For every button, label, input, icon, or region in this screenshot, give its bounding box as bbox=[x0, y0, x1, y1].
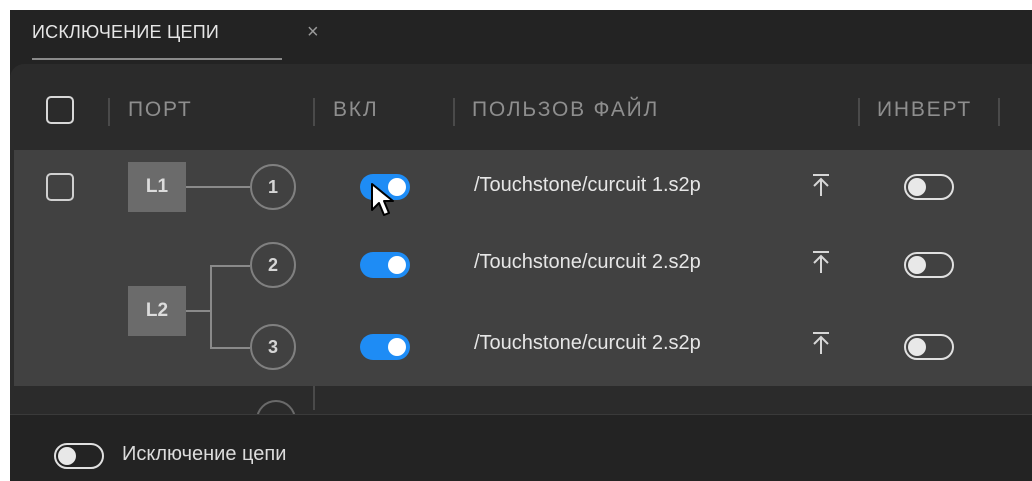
column-header-port: ПОРТ bbox=[128, 98, 193, 121]
circuit-exclusion-label: Исключение цепи bbox=[122, 443, 287, 465]
port-3: 3 bbox=[250, 324, 296, 370]
connector-line bbox=[210, 347, 250, 349]
column-header-invert: ИНВЕРТ bbox=[877, 98, 972, 121]
close-icon[interactable]: × bbox=[307, 21, 319, 44]
column-divider bbox=[313, 98, 315, 126]
footer-bar: Исключение цепи bbox=[10, 414, 1032, 481]
column-divider bbox=[858, 98, 860, 126]
connector-line bbox=[210, 265, 212, 349]
file-path-port-1[interactable]: /Touchstone/curcuit 1.s2p bbox=[474, 174, 701, 197]
invert-toggle-port-3[interactable] bbox=[904, 334, 954, 360]
circuit-deembed-window: ИСКЛЮЧЕНИЕ ЦЕПИ × ПОРТ ВКЛ ПОЛЬЗОВ ФАЙЛ … bbox=[10, 10, 1032, 481]
port-2: 2 bbox=[250, 242, 296, 288]
column-divider bbox=[998, 98, 1000, 126]
upload-icon[interactable] bbox=[810, 172, 832, 198]
port-1: 1 bbox=[250, 164, 296, 210]
ports-table: ПОРТ ВКЛ ПОЛЬЗОВ ФАЙЛ ИНВЕРТ L1 1 /Touch… bbox=[10, 64, 1032, 440]
column-divider bbox=[453, 98, 455, 126]
column-divider bbox=[313, 386, 315, 410]
line-group-l1: L1 bbox=[128, 162, 186, 212]
upload-icon[interactable] bbox=[810, 330, 832, 356]
connector-line bbox=[186, 310, 212, 312]
select-all-checkbox[interactable] bbox=[46, 96, 74, 124]
file-path-port-2[interactable]: /Touchstone/curcuit 2.s2p bbox=[474, 251, 701, 274]
enable-toggle-port-3[interactable] bbox=[360, 334, 410, 360]
circuit-exclusion-toggle[interactable] bbox=[54, 443, 104, 469]
row-checkbox[interactable] bbox=[46, 173, 74, 201]
mouse-pointer-icon bbox=[371, 183, 394, 216]
column-header-on: ВКЛ bbox=[333, 98, 379, 121]
file-path-port-3[interactable]: /Touchstone/curcuit 2.s2p bbox=[474, 332, 701, 355]
invert-toggle-port-2[interactable] bbox=[904, 252, 954, 278]
line-group-l2: L2 bbox=[128, 286, 186, 336]
connector-line bbox=[210, 265, 250, 267]
column-divider bbox=[108, 98, 110, 126]
tab-bar: ИСКЛЮЧЕНИЕ ЦЕПИ × bbox=[10, 10, 1032, 62]
active-tab-indicator bbox=[32, 58, 282, 60]
column-header-user-file: ПОЛЬЗОВ ФАЙЛ bbox=[472, 98, 660, 121]
upload-icon[interactable] bbox=[810, 249, 832, 275]
invert-toggle-port-1[interactable] bbox=[904, 174, 954, 200]
tab-circuit-exclusion[interactable]: ИСКЛЮЧЕНИЕ ЦЕПИ bbox=[32, 22, 219, 43]
connector-line bbox=[186, 186, 250, 188]
enable-toggle-port-2[interactable] bbox=[360, 252, 410, 278]
table-body: L1 1 /Touchstone/curcuit 1.s2p L2 2 /Tou… bbox=[14, 150, 1032, 386]
table-header: ПОРТ ВКЛ ПОЛЬЗОВ ФАЙЛ ИНВЕРТ bbox=[10, 64, 1032, 148]
